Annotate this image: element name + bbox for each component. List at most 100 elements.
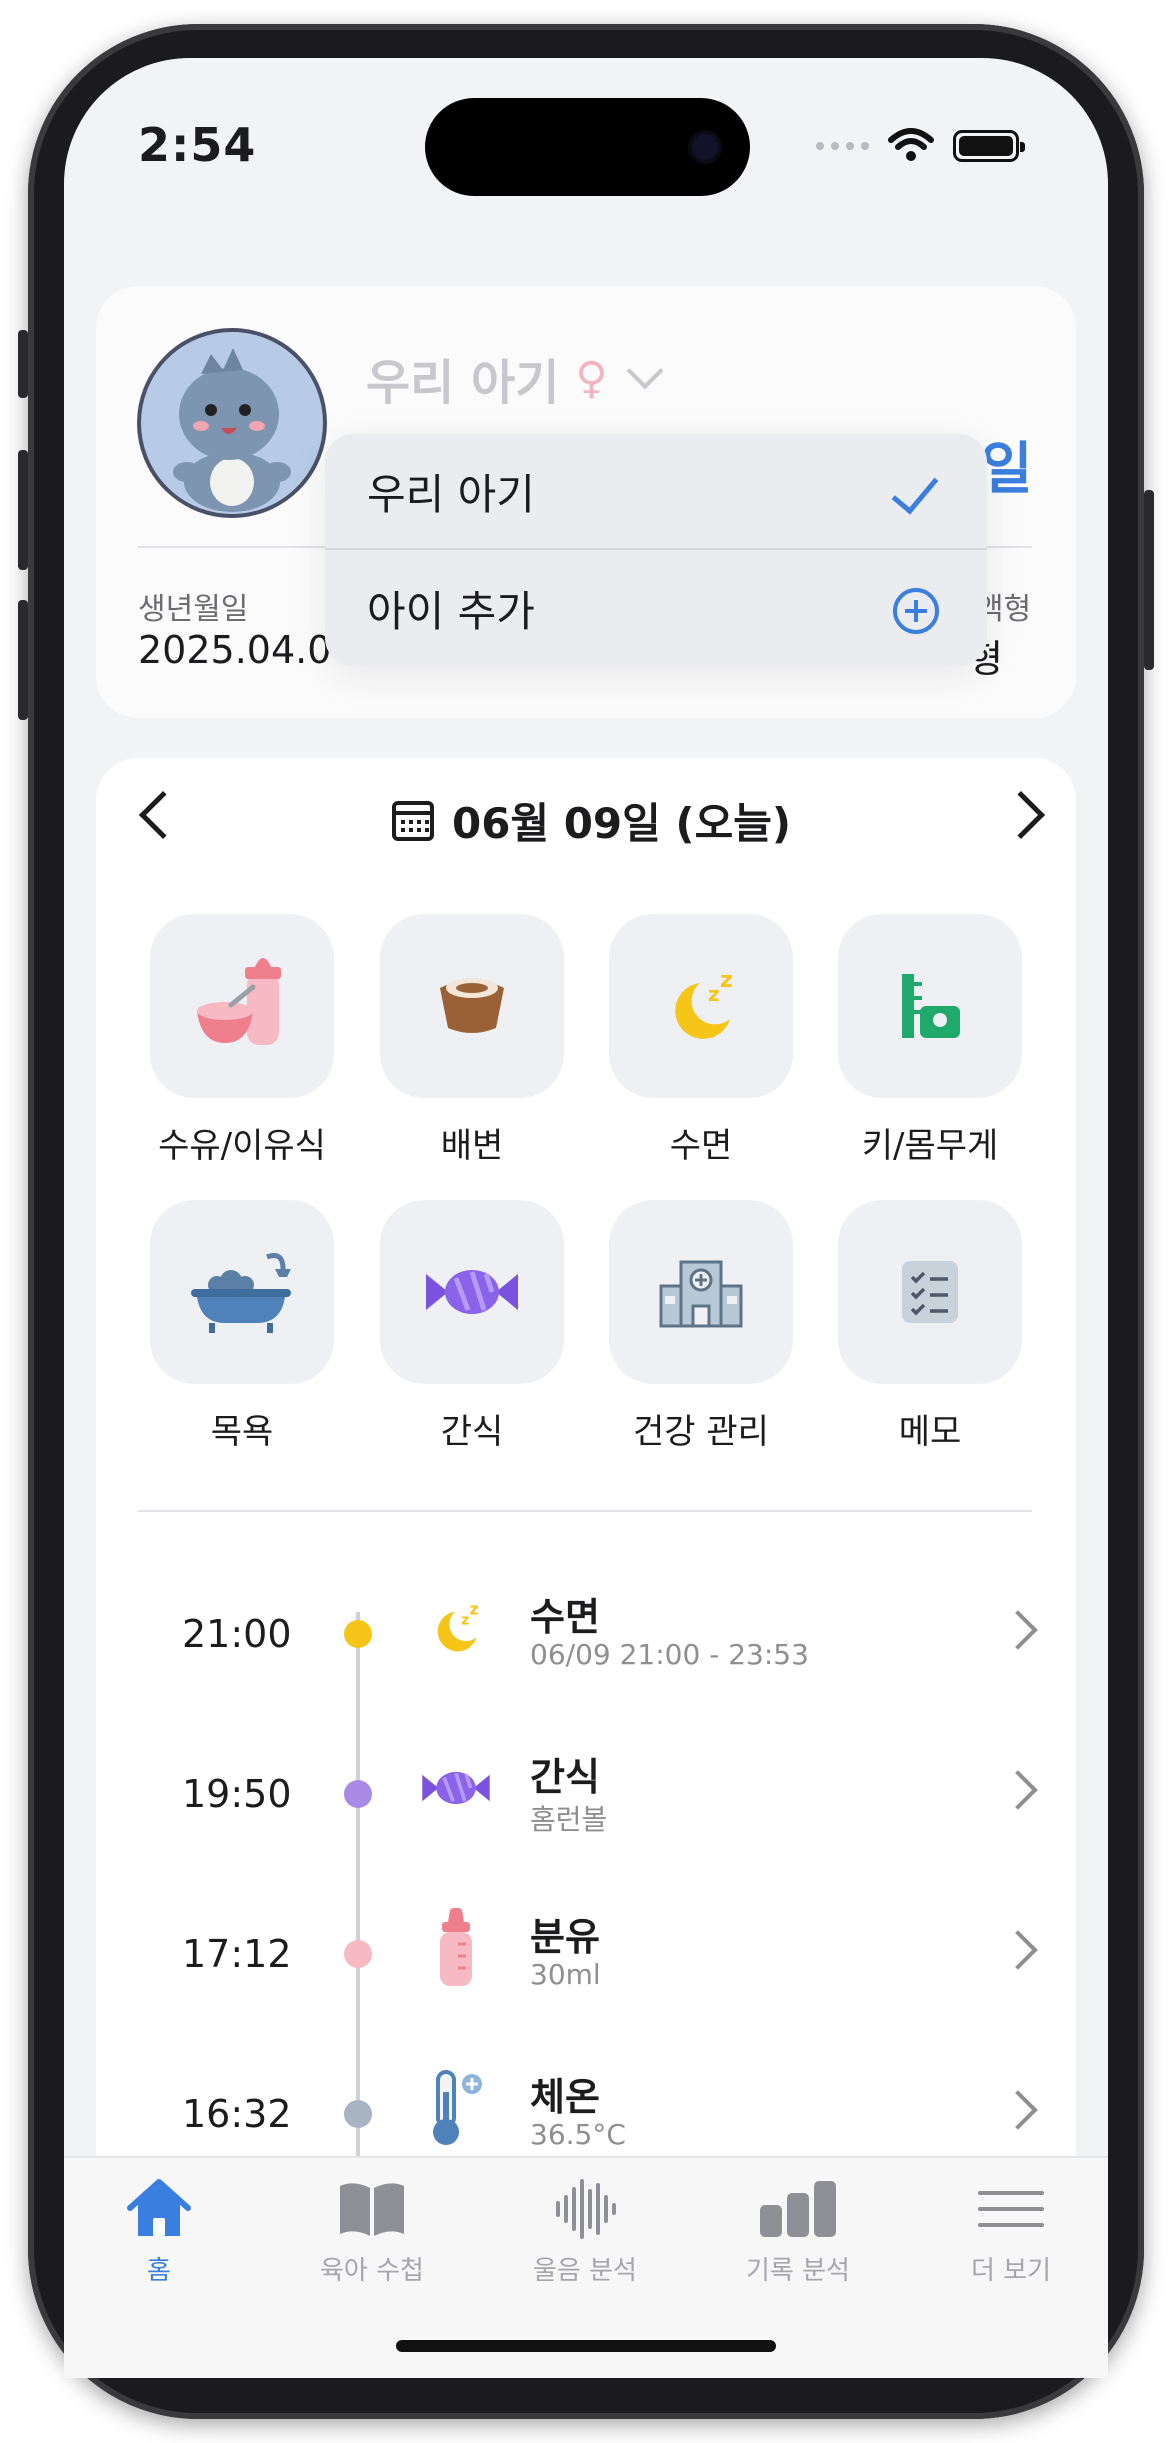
tab-label: 육아 수첩 — [320, 2256, 424, 2286]
category-tile: z z — [609, 914, 793, 1098]
bar-chart-icon — [723, 2174, 873, 2244]
timeline-time: 21:00 — [182, 1612, 292, 1656]
power-button — [1144, 490, 1154, 670]
camera-icon — [692, 134, 718, 160]
growth-icon — [902, 974, 960, 1038]
tab-parenting-notebook[interactable]: 육아 수첩 — [297, 2174, 447, 2287]
tab-label: 울음 분석 — [533, 2256, 637, 2286]
tab-cry-analysis[interactable]: 울음 분석 — [510, 2174, 660, 2287]
category-sleep[interactable]: z z 수면 — [609, 914, 793, 1167]
timeline-time: 16:32 — [182, 2092, 292, 2136]
category-growth[interactable]: 키/몸무게 — [838, 914, 1022, 1167]
category-health[interactable]: 건강 관리 — [609, 1200, 793, 1453]
timeline-title: 간식 — [530, 1755, 600, 1799]
signal-icon — [816, 142, 869, 150]
timeline-dot — [344, 1780, 372, 1808]
timeline-row[interactable]: 17:12 분유 30ml — [140, 1908, 1040, 2048]
category-label: 목욕 — [210, 1412, 274, 1452]
feeding-icon — [197, 958, 281, 1045]
category-label: 수면 — [669, 1126, 733, 1166]
battery-icon — [953, 130, 1025, 162]
svg-text:z: z — [470, 1599, 479, 1618]
tab-home[interactable]: 홈 — [84, 2174, 234, 2287]
dynamic-island — [425, 98, 750, 196]
timeline-row[interactable]: 21:00 z z 수면 06/09 21:00 - 23:53 — [140, 1588, 1040, 1728]
timeline-dot — [344, 2100, 372, 2128]
thermometer-icon — [418, 2068, 494, 2148]
baby-name-label: 우리 아기 — [366, 355, 560, 411]
potty-icon — [440, 978, 504, 1033]
calendar-icon — [392, 800, 434, 841]
baby-avatar[interactable] — [137, 328, 327, 518]
timeline-subtitle: 홈런볼 — [530, 1803, 608, 1836]
category-bath[interactable]: 목욕 — [150, 1200, 334, 1453]
birth-label: 생년월일 — [138, 592, 249, 627]
birth-value: 2025.04.0 — [138, 628, 332, 672]
status-time: 2:54 — [138, 118, 257, 172]
timeline-row[interactable]: 19:50 간식 홈런볼 — [140, 1748, 1040, 1888]
chevron-right-icon — [998, 1930, 1038, 1970]
timeline-dot — [344, 1940, 372, 1968]
category-tile — [838, 1200, 1022, 1384]
home-icon — [84, 2174, 234, 2244]
category-potty[interactable]: 배변 — [380, 914, 564, 1167]
category-tile — [838, 914, 1022, 1098]
category-tile — [150, 914, 334, 1098]
menu-item-add-baby[interactable]: 아이 추가 — [325, 550, 987, 666]
category-snack[interactable]: 간식 — [380, 1200, 564, 1453]
date-label: 06월 09일 (오늘) — [452, 799, 792, 848]
female-icon: ♀ — [575, 352, 608, 404]
timeline-subtitle: 06/09 21:00 - 23:53 — [530, 1638, 809, 1671]
category-memo[interactable]: 메모 — [838, 1200, 1022, 1453]
timeline-time: 19:50 — [182, 1772, 292, 1816]
svg-text:z: z — [720, 968, 733, 993]
menu-item-label: 아이 추가 — [367, 586, 535, 636]
category-label: 건강 관리 — [633, 1412, 769, 1452]
timeline-dot — [344, 1620, 372, 1648]
category-tile — [150, 1200, 334, 1384]
wifi-icon — [888, 128, 934, 161]
timeline-subtitle: 36.5°C — [530, 2118, 626, 2151]
category-feeding[interactable]: 수유/이유식 — [150, 914, 334, 1167]
candy-icon — [426, 1270, 518, 1314]
baby-bottle-icon — [418, 1908, 494, 1988]
svg-text:z: z — [461, 1612, 469, 1628]
category-label: 배변 — [440, 1126, 504, 1166]
volume-up-button — [18, 450, 28, 570]
timeline-title: 분유 — [530, 1915, 600, 1959]
baby-name-selector[interactable]: 우리 아기 ♀ — [366, 343, 663, 413]
chevron-down-icon — [626, 352, 663, 390]
category-tile — [380, 914, 564, 1098]
timeline-subtitle: 30ml — [530, 1958, 601, 1991]
hospital-icon — [659, 1260, 743, 1328]
category-tile — [609, 1200, 793, 1384]
bathtub-icon — [191, 1253, 291, 1333]
category-tile — [380, 1200, 564, 1384]
menu-item-our-baby[interactable]: 우리 아기 — [325, 434, 987, 550]
volume-down-button — [18, 600, 28, 720]
plus-circle-icon — [893, 588, 939, 634]
status-icons — [816, 128, 1025, 164]
chevron-right-icon — [998, 2090, 1038, 2130]
category-label: 메모 — [898, 1412, 962, 1452]
timeline-title: 체온 — [530, 2075, 600, 2119]
category-label: 키/몸무게 — [861, 1126, 999, 1166]
sleep-icon: z z — [418, 1588, 494, 1668]
tab-label: 홈 — [147, 2256, 171, 2286]
svg-text:z: z — [708, 982, 720, 1006]
date-selector[interactable]: 06월 09일 (오늘) — [392, 790, 791, 851]
dinosaur-avatar-icon — [173, 348, 291, 512]
timeline-title: 수면 — [530, 1595, 600, 1639]
tab-more[interactable]: 더 보기 — [936, 2174, 1086, 2287]
memo-icon — [902, 1261, 958, 1323]
chevron-right-icon — [998, 1610, 1038, 1650]
days-counter: 일 — [981, 437, 1033, 502]
timeline-time: 17:12 — [182, 1932, 292, 1976]
menu-icon — [936, 2174, 1086, 2244]
action-button — [18, 330, 28, 398]
menu-item-label: 우리 아기 — [367, 469, 535, 519]
tab-record-analysis[interactable]: 기록 분석 — [723, 2174, 873, 2287]
book-icon — [297, 2174, 447, 2244]
tab-label: 기록 분석 — [746, 2256, 850, 2286]
category-label: 간식 — [440, 1412, 504, 1452]
